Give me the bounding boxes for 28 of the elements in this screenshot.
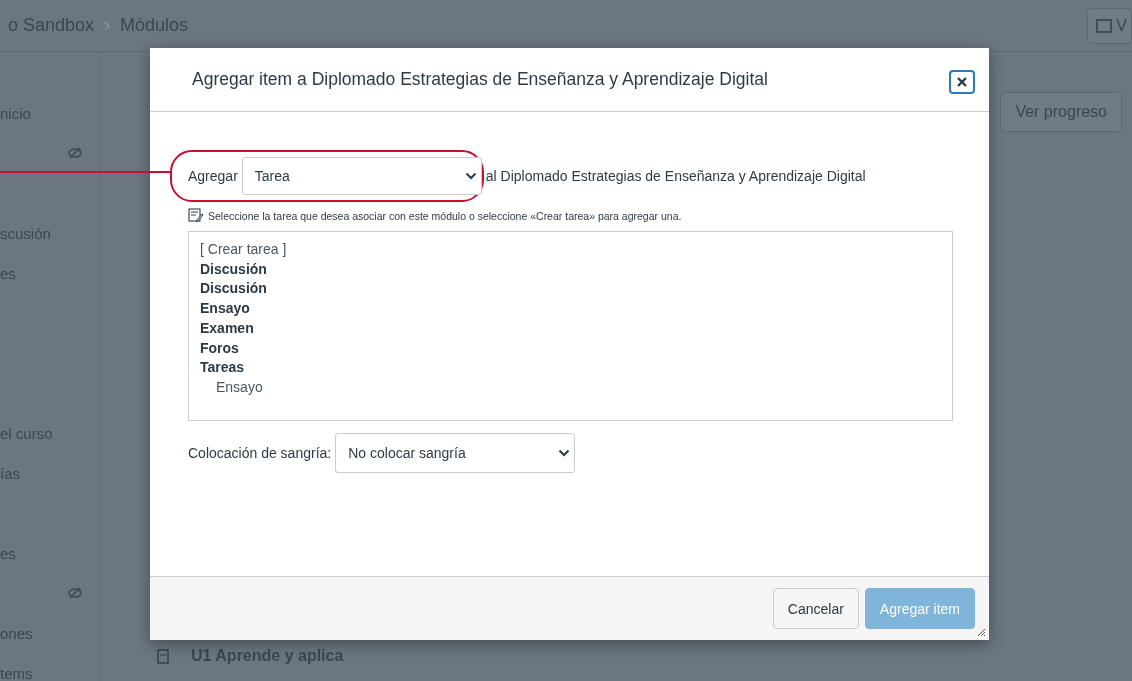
resize-grip-icon bbox=[976, 627, 986, 637]
option-group-label: Tareas bbox=[200, 358, 245, 378]
option-group-label: Examen bbox=[200, 318, 254, 338]
option-group-label: Ensayo bbox=[200, 299, 250, 319]
hidden-eye-icon bbox=[68, 587, 82, 599]
view-icon bbox=[1096, 18, 1113, 33]
option-group-label: Discusión bbox=[200, 279, 267, 299]
breadcrumb-separator-icon bbox=[104, 20, 111, 31]
cancel-button[interactable]: Cancelar bbox=[772, 588, 859, 629]
item-type-select[interactable]: Tarea bbox=[241, 157, 482, 195]
field-label: Agregar bbox=[188, 168, 239, 184]
option-group-label: Foros bbox=[200, 338, 239, 358]
hint-text: Seleccione la tarea que desea asociar con este módulo o seleccione «Crear tarea» para agregar una. bbox=[208, 209, 682, 222]
edit-note-icon bbox=[188, 208, 204, 223]
close-icon bbox=[957, 76, 967, 87]
document-icon bbox=[157, 648, 169, 664]
list-option[interactable]: [ Crear tarea ] bbox=[200, 240, 287, 260]
close-button[interactable] bbox=[949, 69, 975, 94]
dialog-title: Agregar item a Diplomado Estrategias de Enseñanza y Aprendizaje Digital bbox=[192, 69, 769, 90]
indent-select[interactable]: No colocar sangría bbox=[335, 433, 576, 473]
chevron-down-icon bbox=[464, 172, 477, 180]
hidden-eye-icon bbox=[68, 147, 82, 159]
chevron-down-icon bbox=[558, 449, 571, 457]
field-label: Colocación de sangría: bbox=[188, 445, 332, 461]
target-module-text: al Diplomado Estrategias de Enseñanza y Aprendizaje Digital bbox=[484, 168, 866, 184]
list-option[interactable]: Ensayo bbox=[216, 378, 263, 395]
assignment-listbox[interactable]: [ Crear tarea ] Discusión Discusión Ensayo Examen Foros Tareas Ensayo bbox=[188, 231, 953, 421]
option-group-label: Discusión bbox=[200, 259, 267, 279]
